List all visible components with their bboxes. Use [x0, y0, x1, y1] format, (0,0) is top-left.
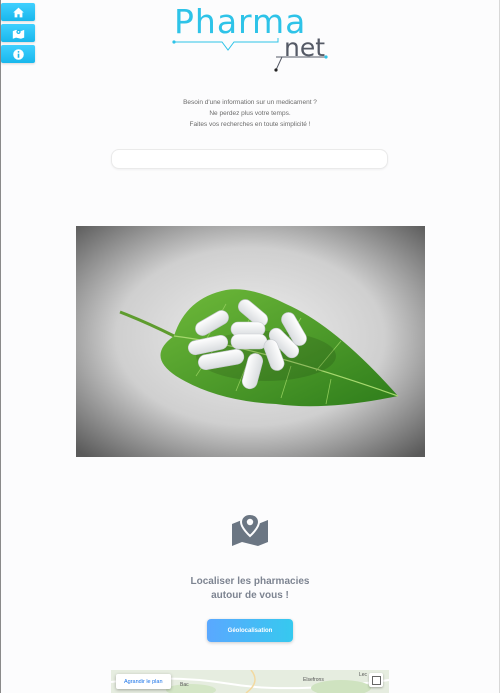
tagline-line: Faites vos recherches en toute simplicit… [189, 121, 311, 128]
map-place-label: Elsefrons [303, 677, 324, 683]
tagline-line: Ne perdez plus votre temps. [209, 110, 291, 117]
search-input[interactable] [111, 149, 388, 169]
map-enlarge-button[interactable]: Agrandir le plan [116, 674, 171, 689]
page-border-left [0, 0, 1, 693]
hero-image [76, 226, 425, 457]
map-icon [12, 29, 24, 39]
map-place-label: Bac [180, 682, 189, 688]
geolocation-button[interactable]: Géolocalisation [207, 619, 293, 642]
map-place-label: Lec [359, 672, 368, 678]
map-embed[interactable]: Agrandir le plan Bac Elsefrons Lec [111, 670, 389, 693]
fullscreen-icon [371, 675, 381, 685]
tagline: Besoin d'une information sur un medicame… [100, 97, 400, 130]
map-fullscreen-button[interactable] [369, 673, 383, 687]
nav-home-button[interactable] [1, 3, 35, 21]
nav-info-button[interactable] [1, 45, 35, 63]
side-nav [1, 3, 35, 66]
locate-heading-line: autour de vous ! [211, 590, 289, 601]
nav-map-button[interactable] [1, 24, 35, 42]
logo-text-net: net [284, 33, 326, 62]
locate-pharmacies-heading: Localiser les pharmacies autour de vous … [150, 575, 350, 603]
pharmanet-logo[interactable]: Pharma net [168, 2, 338, 76]
tagline-line: Besoin d'une information sur un medicame… [183, 99, 317, 106]
locate-heading-line: Localiser les pharmacies [190, 576, 310, 587]
info-icon [12, 48, 24, 60]
map-pin-icon [232, 512, 268, 546]
home-icon [12, 7, 24, 17]
